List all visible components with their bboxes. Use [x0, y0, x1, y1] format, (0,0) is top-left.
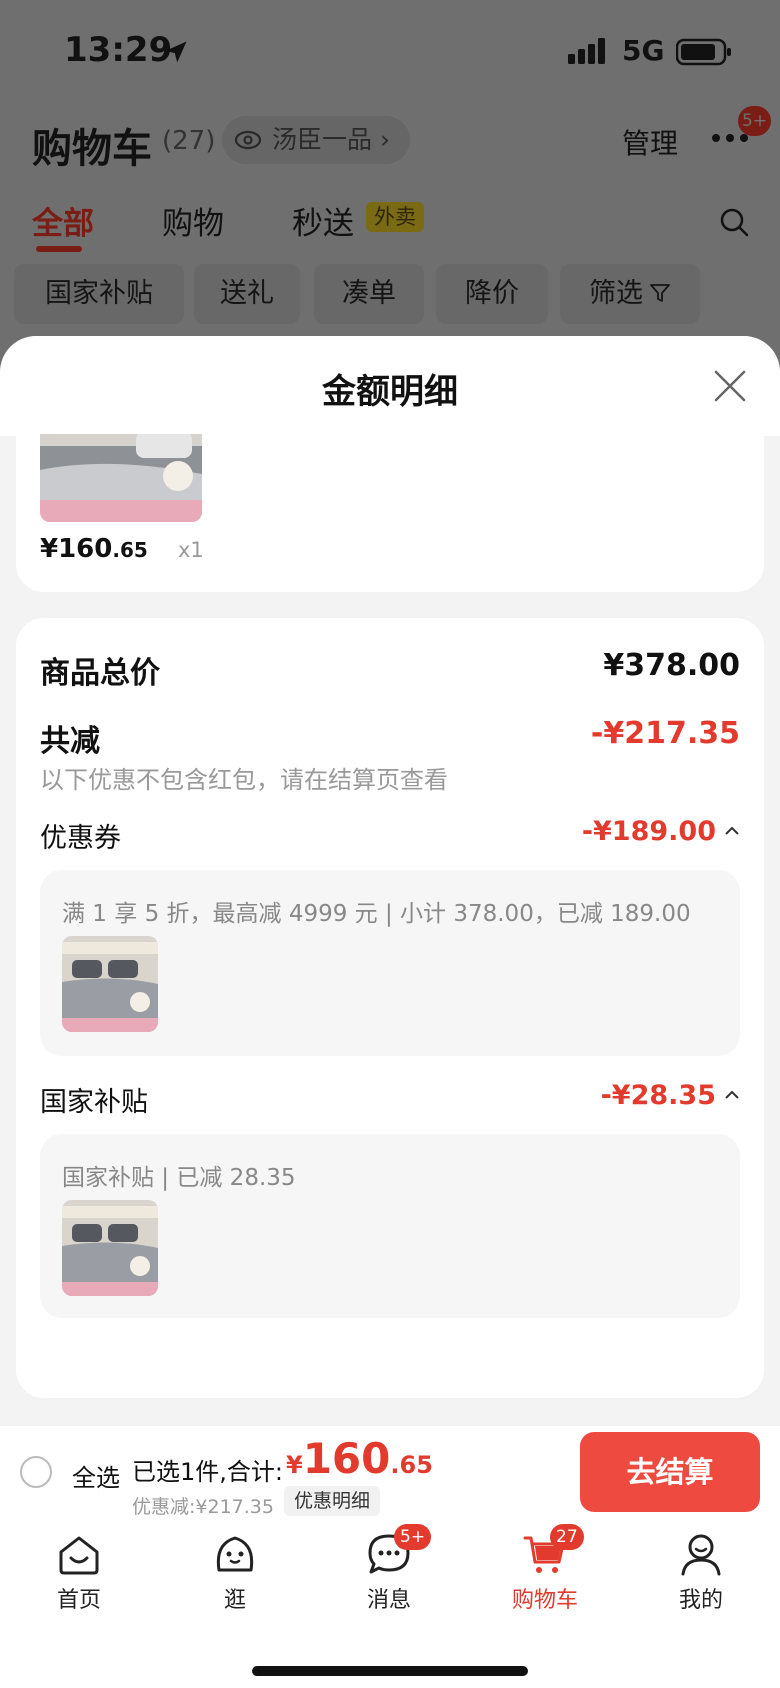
amount-detail-sheet: 金额明细 ¥160.65 x1 商品总价 ¥378.00 共减 -¥217.35… — [0, 336, 780, 1426]
filter-gift[interactable]: 送礼 — [194, 264, 300, 324]
page-title: 购物车 — [32, 126, 152, 172]
background-cart-page: 13:29 5G 购物车 (27) 汤臣一品 › 管理 5+ 全部 购物 秒送 — [0, 0, 780, 360]
store-chevron-icon: › — [379, 125, 390, 154]
home-indicator — [252, 1666, 528, 1676]
nav-profile-label: 我的 — [678, 1588, 723, 1613]
product-thumbnail[interactable] — [40, 434, 202, 522]
coupon-product-thumbnail[interactable] — [62, 936, 158, 1032]
coupon-label: 优惠券 — [40, 823, 121, 854]
filter-label: 筛选 — [589, 278, 643, 309]
chevron-up-icon — [725, 826, 739, 835]
reduction-note: 以下优惠不包含红包，请在结算页查看 — [40, 766, 448, 794]
nav-messages-label: 消息 — [366, 1588, 411, 1613]
checkout-button[interactable]: 去结算 — [580, 1432, 760, 1512]
explore-icon — [216, 1536, 254, 1572]
checkout-bar: 全选 已选1件,合计: ¥160.65 优惠减:¥217.35 优惠明细 去结算 — [0, 1426, 780, 1526]
coupon-toggle[interactable]: -¥189.00 — [582, 816, 740, 847]
subsidy-product-thumbnail[interactable] — [62, 1200, 158, 1296]
filter-national-subsidy[interactable]: 国家补贴 — [14, 264, 184, 324]
status-bar: 13:29 5G — [0, 0, 780, 100]
item-quantity: x1 — [178, 538, 204, 562]
home-icon — [59, 1536, 99, 1575]
select-all-label[interactable]: 全选 — [72, 1458, 120, 1493]
item-price-dec: .65 — [112, 538, 148, 562]
eye-icon — [234, 130, 262, 150]
cart-badge: 27 — [550, 1524, 584, 1550]
subsidy-detail-box: 国家补贴 | 已减 28.35 — [40, 1134, 740, 1318]
total-amount: ¥160.65 — [286, 1434, 433, 1483]
battery-icon — [676, 38, 731, 66]
selected-item-card: ¥160.65 x1 — [16, 434, 764, 592]
coupon-value: -¥189.00 — [581, 816, 716, 847]
bottom-tab-bar: 首页 逛 消息 5+ 购物车 27 我的 — [0, 1524, 780, 1688]
filter-price-drop[interactable]: 降价 — [436, 264, 548, 324]
messages-badge: 5+ — [394, 1524, 432, 1550]
nav-profile[interactable]: 我的 — [646, 1530, 756, 1630]
subsidy-label: 国家补贴 — [40, 1087, 148, 1118]
filter-button[interactable]: 筛选 — [560, 264, 700, 324]
tab-instant-delivery[interactable]: 秒送 — [292, 198, 354, 243]
reduction-value: -¥217.35 — [590, 716, 740, 751]
status-time: 13:29 — [64, 30, 173, 70]
total-dec: .65 — [390, 1451, 433, 1479]
price-breakdown-card: 商品总价 ¥378.00 共减 -¥217.35 以下优惠不包含红包，请在结算页… — [16, 618, 764, 1398]
nav-messages[interactable]: 消息 5+ — [334, 1524, 444, 1630]
search-icon[interactable] — [718, 206, 750, 238]
cart-count: (27) — [162, 126, 216, 156]
nav-explore-label: 逛 — [223, 1588, 246, 1613]
funnel-icon — [650, 284, 670, 302]
subsidy-value: -¥28.35 — [600, 1080, 716, 1111]
selected-summary: 已选1件,合计: — [132, 1458, 283, 1486]
cart-header: 购物车 (27) 汤臣一品 › 管理 5+ — [0, 106, 780, 188]
discount-detail-link[interactable]: 优惠明细 — [284, 1486, 381, 1516]
bedding-image — [62, 1200, 158, 1296]
more-icon[interactable] — [710, 132, 750, 144]
bedding-image — [40, 434, 202, 522]
takeout-tag: 外卖 — [366, 202, 424, 232]
profile-icon — [681, 1534, 721, 1576]
bedding-image — [62, 936, 158, 1032]
coupon-detail-text: 满 1 享 5 折，最高减 4999 元 | 小计 378.00，已减 189.… — [62, 901, 691, 927]
signal-icon — [568, 38, 605, 64]
cart-tabs: 全部 购物 秒送 外卖 — [0, 192, 780, 252]
store-selector[interactable]: 汤臣一品 › — [222, 116, 410, 164]
tab-all[interactable]: 全部 — [32, 198, 94, 243]
store-name: 汤臣一品 — [272, 125, 373, 154]
nav-home[interactable]: 首页 — [24, 1530, 134, 1630]
subsidy-toggle[interactable]: -¥28.35 — [601, 1080, 740, 1111]
item-price-int: ¥160 — [40, 534, 113, 564]
total-yen: ¥ — [286, 1451, 303, 1479]
network-label: 5G — [622, 34, 665, 67]
location-arrow-icon — [165, 41, 187, 63]
filter-chips: 国家补贴 送礼 凑单 降价 筛选 — [0, 264, 780, 324]
tab-active-indicator — [36, 246, 82, 252]
coupon-detail-box: 满 1 享 5 折，最高减 4999 元 | 小计 378.00，已减 189.… — [40, 870, 740, 1056]
tab-shopping[interactable]: 购物 — [162, 198, 224, 243]
manage-button[interactable]: 管理 — [622, 122, 678, 162]
close-icon[interactable] — [712, 368, 748, 404]
reduction-label: 共减 — [40, 724, 100, 759]
nav-explore[interactable]: 逛 — [180, 1530, 290, 1630]
select-all-radio[interactable] — [20, 1456, 52, 1488]
more-badge: 5+ — [738, 106, 772, 136]
discount-summary: 优惠减:¥217.35 — [132, 1496, 274, 1518]
nav-home-label: 首页 — [56, 1588, 101, 1613]
subsidy-detail-text: 国家补贴 | 已减 28.35 — [62, 1165, 296, 1191]
nav-cart[interactable]: 购物车 27 — [490, 1524, 600, 1630]
sheet-title: 金额明细 — [322, 372, 458, 412]
total-price-value: ¥378.00 — [603, 648, 740, 683]
chevron-up-icon — [725, 1090, 739, 1099]
filter-bundle[interactable]: 凑单 — [314, 264, 424, 324]
total-int: 160 — [302, 1434, 391, 1483]
item-price: ¥160.65 — [40, 534, 148, 564]
sheet-header: 金额明细 — [0, 336, 780, 436]
nav-cart-label: 购物车 — [511, 1588, 578, 1613]
total-price-label: 商品总价 — [40, 656, 160, 691]
